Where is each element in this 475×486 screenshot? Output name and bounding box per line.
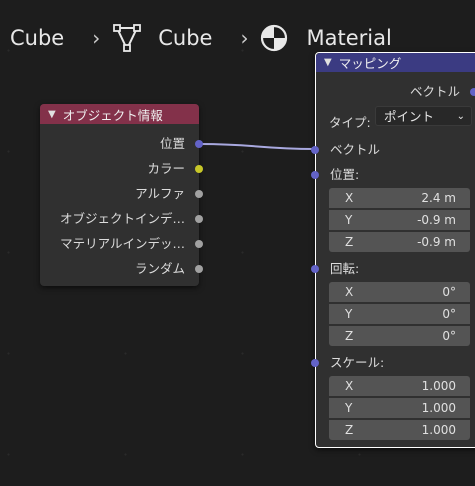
- rotation-y-value: 0°: [442, 307, 456, 321]
- output-material-index: マテリアルインデッ…: [60, 236, 185, 251]
- rotation-x-value: 0°: [442, 285, 456, 299]
- type-dropdown-value: ポイント: [384, 109, 435, 124]
- rotation-x-field[interactable]: X 0°: [329, 282, 470, 302]
- input-socket-location[interactable]: [311, 171, 319, 179]
- rotation-label: 回転:: [330, 261, 360, 276]
- location-y-value: -0.9 m: [417, 213, 456, 227]
- scale-x-value: 1.000: [421, 379, 456, 393]
- scale-z-field[interactable]: Z 1.000: [329, 420, 470, 440]
- x-label: X: [345, 379, 354, 393]
- input-vector-label: ベクトル: [330, 142, 381, 157]
- scale-label: スケール:: [330, 355, 385, 370]
- output-alpha: アルファ: [135, 186, 185, 201]
- output-socket-color[interactable]: [195, 165, 203, 173]
- collapse-chevron-icon[interactable]: ▼: [48, 109, 56, 120]
- output-socket-object-index[interactable]: [195, 215, 203, 223]
- location-label: 位置:: [330, 167, 360, 182]
- mapping-node[interactable]: ▼ マッピング ベクトル タイプ: ポイント ⌄ ベクトル 位置: X 2.4 m…: [311, 52, 475, 448]
- output-color: カラー: [147, 161, 185, 176]
- y-label: Y: [345, 213, 353, 227]
- object-info-node[interactable]: ▼ オブジェクト情報 位置 カラー アルファ オブジェクトインデ… マテリアルイ…: [40, 104, 203, 286]
- location-y-field[interactable]: Y -0.9 m: [329, 210, 470, 230]
- scale-z-value: 1.000: [421, 423, 456, 437]
- z-label: Z: [345, 235, 354, 249]
- output-socket-material-index[interactable]: [195, 240, 203, 248]
- collapse-chevron-icon[interactable]: ▼: [324, 57, 332, 68]
- y-label: Y: [345, 401, 353, 415]
- z-label: Z: [345, 329, 354, 343]
- type-dropdown[interactable]: ポイント ⌄: [375, 106, 472, 126]
- x-label: X: [345, 191, 354, 205]
- rotation-y-field[interactable]: Y 0°: [329, 304, 470, 324]
- rotation-z-value: 0°: [442, 329, 456, 343]
- input-socket-scale[interactable]: [311, 359, 319, 367]
- mapping-node-header[interactable]: ▼ マッピング: [316, 53, 475, 72]
- x-label: X: [345, 285, 354, 299]
- output-socket-random[interactable]: [195, 265, 203, 273]
- scale-y-value: 1.000: [421, 401, 456, 415]
- mapping-title: マッピング: [338, 56, 402, 71]
- y-label: Y: [345, 307, 353, 321]
- location-z-value: -0.9 m: [417, 235, 456, 249]
- location-x-value: 2.4 m: [421, 191, 456, 205]
- z-label: Z: [345, 423, 354, 437]
- output-random: ランダム: [134, 261, 185, 276]
- scale-y-field[interactable]: Y 1.000: [329, 398, 470, 418]
- type-label: タイプ:: [329, 115, 371, 130]
- object-info-node-header[interactable]: ▼ オブジェクト情報: [40, 104, 199, 124]
- input-socket-vector[interactable]: [311, 146, 319, 154]
- output-socket-location[interactable]: [195, 140, 203, 148]
- chevron-down-icon: ⌄: [456, 111, 465, 122]
- object-info-title: オブジェクト情報: [62, 107, 163, 123]
- output-location: 位置: [159, 136, 185, 151]
- output-object-index: オブジェクトインデ…: [59, 211, 185, 226]
- output-socket-alpha[interactable]: [195, 190, 203, 198]
- output-socket-vector[interactable]: [470, 88, 475, 96]
- rotation-z-field[interactable]: Z 0°: [329, 326, 470, 346]
- output-vector: ベクトル: [409, 84, 460, 99]
- scale-x-field[interactable]: X 1.000: [329, 376, 470, 396]
- location-z-field[interactable]: Z -0.9 m: [329, 232, 470, 252]
- input-socket-rotation[interactable]: [311, 265, 319, 273]
- location-x-field[interactable]: X 2.4 m: [329, 188, 470, 208]
